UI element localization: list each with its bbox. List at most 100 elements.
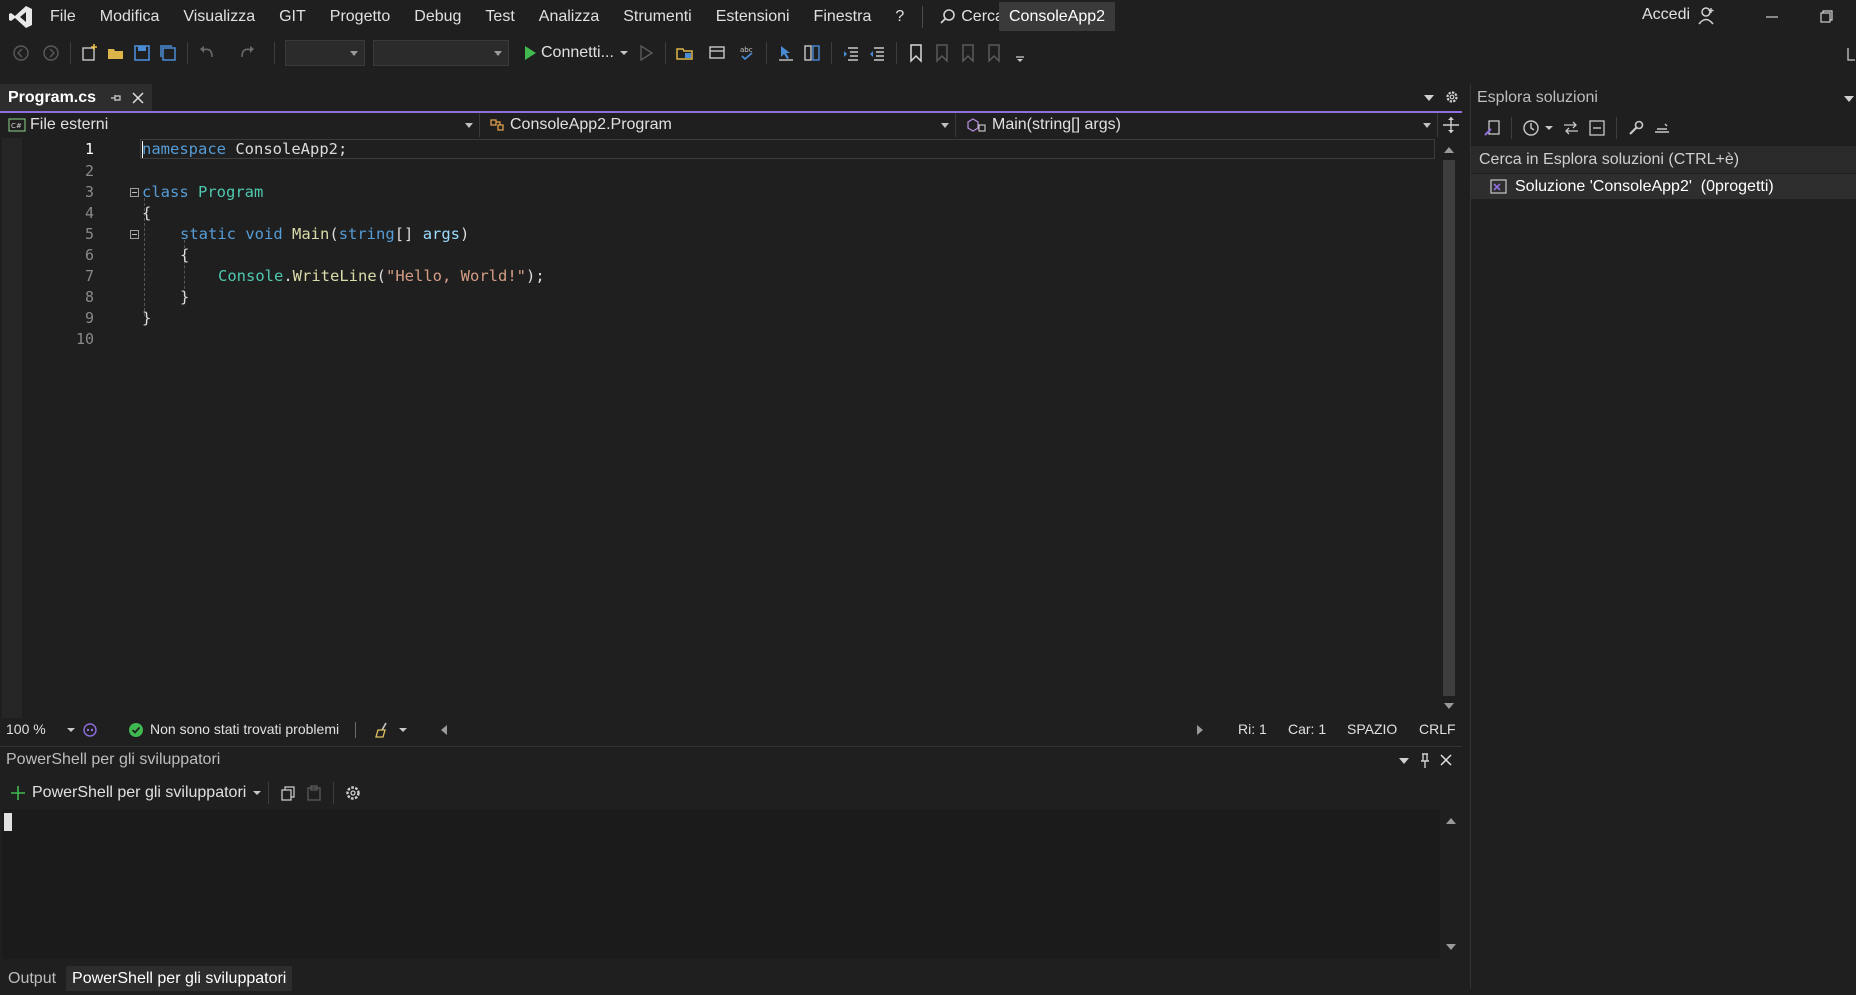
tab-developer-powershell[interactable]: PowerShell per gli sviluppatori [66,966,293,991]
spell-check-icon[interactable]: abc [734,40,760,66]
preview-selected-items-icon[interactable] [1649,115,1675,141]
restore-button[interactable] [1806,0,1846,33]
menu-visualizza[interactable]: Visualizza [171,0,267,33]
cursor-line[interactable]: Ri: 1 [1238,718,1267,741]
split-window-icon[interactable] [1442,116,1460,134]
fold-toggle[interactable] [130,230,139,239]
code-editor[interactable]: 1 2 3 4 5 6 7 8 9 10 namespace ConsoleAp… [0,138,1462,719]
gear-icon[interactable] [1444,89,1460,105]
solution-node[interactable]: Soluzione 'ConsoleApp2' (0progetti) [1471,174,1856,199]
menu-test[interactable]: Test [473,0,526,33]
menu-finestra[interactable]: Finestra [802,0,884,33]
expand-toolbar-icon[interactable] [1846,46,1856,62]
browse-folder-icon[interactable] [672,40,698,66]
new-terminal-button[interactable]: PowerShell per gli sviluppatori [10,784,262,802]
code-token: args [422,225,461,243]
menu-strumenti[interactable]: Strumenti [611,0,703,33]
type-combo[interactable]: ConsoleApp2.Program [484,113,956,137]
panel-options-dropdown-icon[interactable] [1398,756,1410,766]
indentation-mode[interactable]: SPAZIO [1347,718,1397,741]
layout-icon[interactable] [704,40,730,66]
gear-icon[interactable] [340,780,366,806]
terminal-output[interactable] [2,809,1440,959]
line-number: 1 [84,140,94,158]
line-ending[interactable]: CRLF [1419,718,1456,741]
previous-bookmark-icon[interactable] [929,40,955,66]
bookmark-icon[interactable] [903,40,929,66]
scroll-left-icon[interactable] [440,718,448,741]
new-project-icon[interactable] [77,40,103,66]
redo-icon[interactable] [234,40,260,66]
menu-analizza[interactable]: Analizza [527,0,611,33]
project-combo[interactable]: C# File esterni [4,113,480,137]
scroll-up-icon[interactable] [1443,146,1455,154]
menu-modifica[interactable]: Modifica [88,0,172,33]
code-token: static [180,225,236,243]
save-all-icon[interactable] [155,40,181,66]
panel-options-dropdown-icon[interactable] [1843,94,1855,104]
properties-wrench-icon[interactable] [1623,115,1649,141]
switch-views-icon[interactable] [1479,115,1505,141]
start-without-debugging-icon[interactable] [633,40,659,66]
pin-icon[interactable] [110,92,122,104]
solution-title[interactable]: ConsoleApp2 [999,2,1116,31]
run-button[interactable]: Connetti... [523,44,629,62]
toolbar-options-icon[interactable] [1007,40,1033,66]
scroll-up-icon[interactable] [1445,817,1457,825]
solution-configuration-combo[interactable] [285,40,365,66]
sign-in-link[interactable]: Accedi [1642,0,1690,30]
menu-git[interactable]: GIT [267,0,318,33]
code-token: string [338,225,395,243]
undo-icon[interactable] [194,40,220,66]
standard-toolbar: Connetti... abc [0,36,1856,70]
select-icon[interactable] [773,40,799,66]
indicator-margin[interactable] [2,138,22,719]
minimize-button[interactable] [1752,0,1792,33]
code-cleanup-button[interactable] [374,718,408,741]
pin-icon[interactable] [1418,753,1432,769]
menu-help[interactable]: ? [883,0,916,33]
menu-debug[interactable]: Debug [402,0,473,33]
code-line-5: static void Main(string[] args) [180,225,469,243]
scrollbar-thumb[interactable] [1443,160,1455,696]
scroll-down-icon[interactable] [1445,943,1457,951]
account-person-icon[interactable] [1696,6,1716,26]
play-icon [525,46,536,60]
copy-icon[interactable] [275,780,301,806]
terminal-scrollbar[interactable] [1442,809,1460,959]
tab-output[interactable]: Output [2,966,62,991]
menu-progetto[interactable]: Progetto [318,0,402,33]
save-icon[interactable] [129,40,155,66]
menu-file[interactable]: File [38,0,88,33]
open-folder-icon[interactable] [103,40,129,66]
solution-explorer-search[interactable]: Cerca in Esplora soluzioni (CTRL+è) [1471,146,1856,173]
tab-list-dropdown-icon[interactable] [1423,93,1435,103]
clear-bookmarks-icon[interactable] [981,40,1007,66]
cursor-column[interactable]: Car: 1 [1288,718,1326,741]
collapse-all-icon[interactable] [1584,115,1610,141]
next-bookmark-icon[interactable] [955,40,981,66]
problems-indicator[interactable]: Non sono stati trovati problemi [128,718,339,741]
close-icon[interactable] [132,91,144,104]
check-circle-icon [129,722,143,737]
compare-icon[interactable] [799,40,825,66]
forward-icon[interactable] [38,40,64,66]
tab-program-cs[interactable]: Program.cs [0,84,153,111]
close-icon[interactable] [1440,754,1452,766]
solution-platform-combo[interactable] [373,40,509,66]
back-icon[interactable] [8,40,34,66]
member-combo[interactable]: Main(string[] args) [962,113,1438,137]
copilot-icon[interactable] [82,718,98,741]
paste-icon[interactable] [301,780,327,806]
fold-toggle[interactable] [130,188,139,197]
scroll-down-icon[interactable] [1443,702,1455,710]
menu-estensioni[interactable]: Estensioni [704,0,802,33]
zoom-combo[interactable]: 100 % [6,718,76,741]
outdent-icon[interactable] [864,40,890,66]
indent-icon[interactable] [838,40,864,66]
scroll-right-icon[interactable] [1196,718,1204,741]
sync-with-active-document-icon[interactable] [1558,115,1584,141]
menu-bar: File Modifica Visualizza GIT Progetto De… [38,0,1029,33]
chevron-down-icon[interactable] [1544,123,1554,133]
pending-changes-filter-icon[interactable] [1518,115,1544,141]
